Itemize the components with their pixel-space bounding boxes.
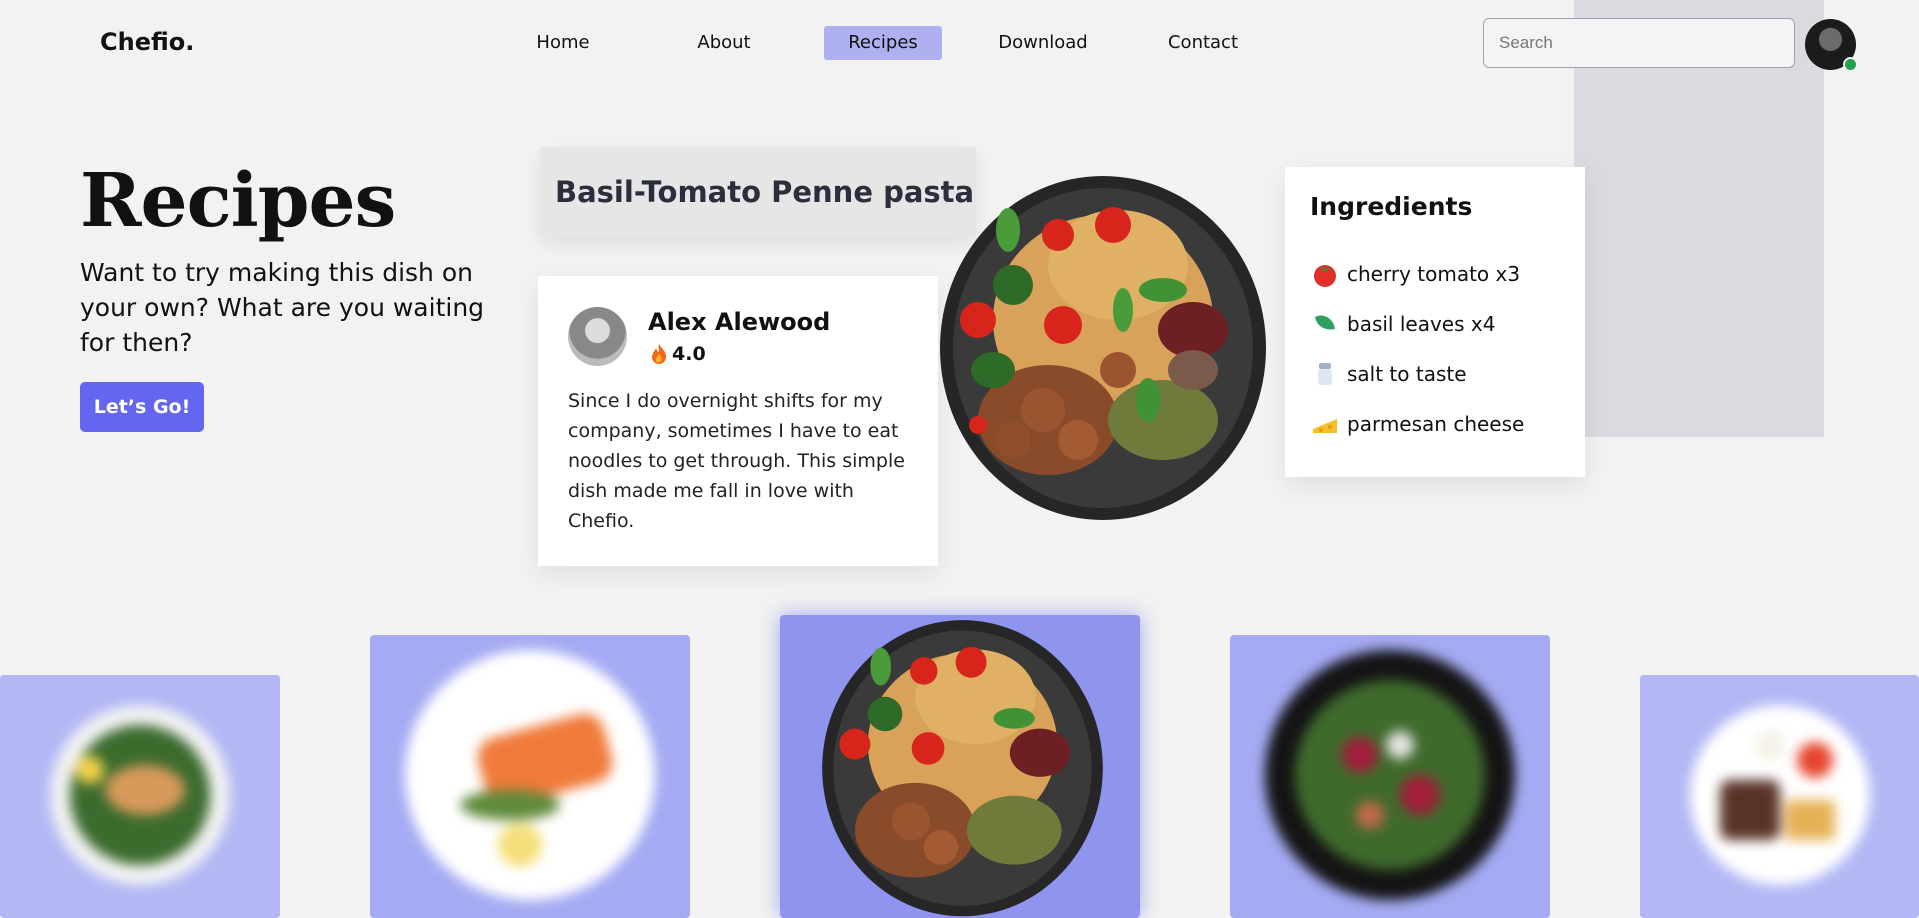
fire-icon: [652, 344, 667, 364]
steak-fries-plate-image: [1690, 705, 1870, 885]
carousel-item[interactable]: [370, 635, 690, 918]
nav-about[interactable]: About: [665, 26, 783, 60]
nav-home[interactable]: Home: [504, 26, 622, 60]
grilled-chicken-plate-image: [50, 705, 230, 885]
salad-bowl-image: [1265, 650, 1515, 900]
lets-go-button[interactable]: Let’s Go!: [80, 382, 204, 432]
carousel-item[interactable]: [0, 675, 280, 918]
pasta-bowl-illustration: [940, 176, 1266, 520]
nav-contact[interactable]: Contact: [1144, 26, 1262, 60]
reviewer-avatar: [568, 307, 627, 366]
pasta-bowl-image: [822, 620, 1103, 917]
review-text: Since I do overnight shifts for my compa…: [568, 390, 905, 532]
review-rating: 4.0: [650, 343, 706, 365]
user-avatar[interactable]: [1805, 19, 1858, 72]
nav-download[interactable]: Download: [984, 26, 1102, 60]
ingredient-item: salt to taste: [1310, 349, 1560, 399]
ingredient-label: parmesan cheese: [1347, 412, 1525, 436]
ingredient-label: basil leaves x4: [1347, 312, 1496, 336]
ingredient-label: cherry tomato x3: [1347, 262, 1521, 286]
nav-recipes[interactable]: Recipes: [824, 26, 942, 60]
featured-dish-image: [938, 170, 1268, 522]
salmon-plate-image: [405, 650, 655, 900]
review-card: Alex Alewood 4.0 Since I do overnight sh…: [538, 276, 938, 566]
search-input[interactable]: [1483, 18, 1795, 68]
basil-leaf-icon: [1310, 309, 1340, 339]
rating-value: 4.0: [672, 343, 706, 365]
carousel-item[interactable]: [1640, 675, 1919, 918]
page-title: Recipes: [80, 158, 396, 244]
ingredient-item: parmesan cheese: [1310, 399, 1560, 449]
ingredient-label: salt to taste: [1347, 362, 1467, 386]
dish-title: Basil-Tomato Penne pasta: [555, 174, 975, 209]
ingredients-title: Ingredients: [1310, 192, 1473, 221]
ingredient-item: cherry tomato x3: [1310, 249, 1560, 299]
online-status-indicator: [1843, 57, 1858, 72]
cheese-icon: [1310, 409, 1340, 439]
hero-subtitle: Want to try making this dish on your own…: [80, 258, 485, 357]
carousel-item[interactable]: [1230, 635, 1550, 918]
carousel-item-selected[interactable]: [780, 615, 1140, 918]
ingredients-card: Ingredients cherry tomato x3 basil leave…: [1285, 167, 1585, 477]
ingredient-item: basil leaves x4: [1310, 299, 1560, 349]
tomato-icon: [1310, 259, 1340, 289]
dish-title-card: Basil-Tomato Penne pasta: [540, 147, 976, 236]
reviewer-name: Alex Alewood: [648, 308, 831, 336]
salt-shaker-icon: [1310, 359, 1340, 389]
